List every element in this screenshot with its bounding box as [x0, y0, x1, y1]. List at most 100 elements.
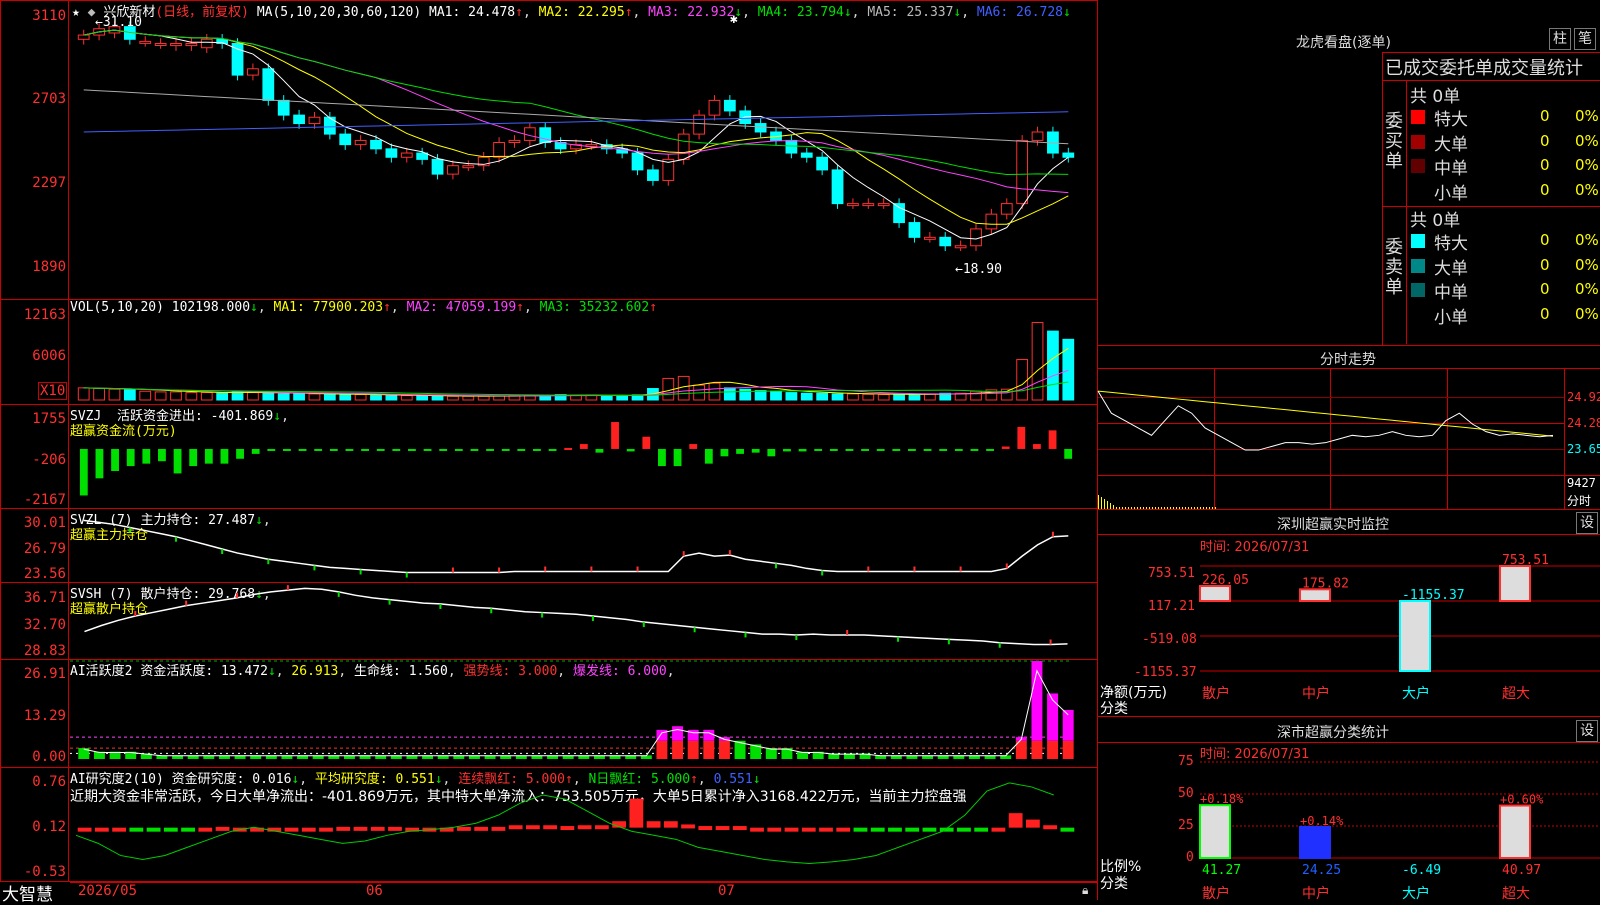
activity-bar-top [672, 726, 684, 741]
svzj-bar [486, 448, 494, 451]
activity-bar [1062, 740, 1074, 759]
research-bar [801, 827, 816, 832]
monitor-chart[interactable]: 226.05 散户 175.82 中户 -1155.37 大户 753.51 超大 [1199, 553, 1600, 716]
classify-pct-label: +0.60% [1500, 793, 1544, 807]
date-label-0: 2026/05 [78, 883, 138, 899]
research-bar [767, 827, 782, 832]
vol-ma2: MA2: 47059.199 [406, 300, 517, 315]
candle [170, 42, 182, 47]
svzj-bar [861, 448, 869, 451]
candle [462, 165, 475, 169]
row-color-swatch [1411, 307, 1425, 322]
research-bar [836, 827, 851, 832]
activity-bar [1047, 740, 1059, 759]
classify-value-label: 41.27 [1202, 863, 1241, 878]
candle [847, 203, 859, 207]
holding-tick [1051, 531, 1054, 537]
research-bar [457, 826, 471, 831]
vol-axis-1: 6006 [32, 348, 66, 364]
price-chart[interactable] [70, 14, 1096, 298]
row-label: 特大 [1434, 110, 1468, 130]
row-percent: 0% [1575, 255, 1599, 274]
row-percent: 0% [1575, 231, 1599, 249]
classify-side-label-2: 分类 [1100, 876, 1128, 892]
monitor-bar [1399, 600, 1431, 672]
svzl-chart[interactable] [70, 510, 1096, 582]
row-label: 大单 [1434, 258, 1468, 279]
research-bar [629, 798, 644, 828]
holding-tick [313, 565, 316, 571]
bar-mode-button[interactable]: 柱 [1549, 28, 1571, 50]
date-axis [70, 882, 1098, 901]
volume-bar [262, 392, 275, 401]
candle [339, 133, 352, 146]
svzj-axis-0: 1755 [32, 411, 66, 427]
min-price-label: ←18.90 [955, 262, 1002, 277]
holding-tick [846, 630, 849, 635]
volume-bar [923, 393, 936, 401]
holding-tick [388, 599, 391, 605]
ai-research-chart[interactable] [70, 770, 1096, 880]
holding-tick [134, 611, 137, 617]
divider [1098, 509, 1600, 510]
holding-tick [744, 632, 747, 638]
activity-bar-top [703, 729, 715, 741]
intraday-axis-0: 24.92 [1567, 390, 1600, 404]
vol-ma1: MA1: 77900.203 [273, 300, 384, 315]
candle [923, 236, 936, 240]
monitor-category: 散户 [1202, 685, 1230, 702]
svzj-bar [517, 448, 526, 451]
classify-axis-2: 25 [1178, 818, 1194, 833]
svzj-bar [533, 448, 541, 451]
ai-activity-chart[interactable] [70, 660, 1096, 766]
holding-tick [1005, 563, 1008, 569]
classify-category: 大户 [1402, 885, 1430, 902]
intraday-chart[interactable] [1097, 369, 1564, 509]
intraday-vol-bar [1104, 499, 1105, 509]
monitor-category: 超大 [1502, 686, 1530, 702]
volume-bar [616, 395, 629, 401]
volume-bar [754, 390, 767, 401]
svzj-bar [376, 448, 385, 451]
svsh-chart[interactable] [70, 584, 1096, 658]
svzj-bar [158, 448, 166, 462]
holding-tick [405, 572, 408, 578]
research-bar [112, 827, 126, 832]
tick-mode-button[interactable]: 笔 [1574, 28, 1596, 50]
monitor-bar-label: 226.05 [1202, 573, 1249, 588]
research-bar [922, 827, 937, 832]
classify-chart[interactable]: +0.18% +0.14% +0.60% 41.27 散户 24.25 中户 -6.49 大户 4… [1199, 760, 1600, 902]
svzj-axis-1: -206 [32, 452, 66, 468]
monitor-bar [1199, 585, 1231, 603]
research-bar [388, 826, 402, 831]
monitor-settings-button[interactable]: 设 [1576, 512, 1598, 534]
candle [447, 165, 459, 175]
buy-count: 共 0单 [1410, 87, 1461, 107]
svzj-bar [173, 448, 182, 474]
row-value: 0 [1540, 156, 1550, 174]
candle [354, 139, 367, 146]
research-bar [732, 826, 747, 831]
lock-icon[interactable]: 🔒︎ [1082, 883, 1088, 898]
activity-bar [718, 740, 730, 759]
monitor-category: 大户 [1402, 685, 1430, 702]
svzj-chart[interactable] [70, 406, 1096, 506]
svzj-bar [923, 448, 932, 451]
volume-bar [862, 393, 875, 401]
candle [708, 99, 721, 116]
ai-res-axis-2: -0.53 [23, 864, 66, 880]
classify-settings-button[interactable]: 设 [1576, 720, 1598, 742]
volume-chart[interactable] [70, 318, 1096, 402]
row-value: 0 [1540, 107, 1550, 125]
volume-bar [431, 395, 444, 401]
svzj-bar [220, 448, 229, 464]
row-label: 特大 [1434, 234, 1468, 254]
candle [723, 99, 736, 112]
research-bar [336, 826, 351, 831]
svzj-bar [95, 448, 104, 479]
svzl-axis-1: 26.79 [23, 541, 66, 557]
monitor-title: 深圳超赢实时监控 [1277, 517, 1389, 533]
price-axis-2: 2297 [32, 175, 66, 191]
dragon-tiger-title: 龙虎看盘(逐单) [1296, 35, 1391, 51]
holding-tick [998, 642, 1001, 648]
